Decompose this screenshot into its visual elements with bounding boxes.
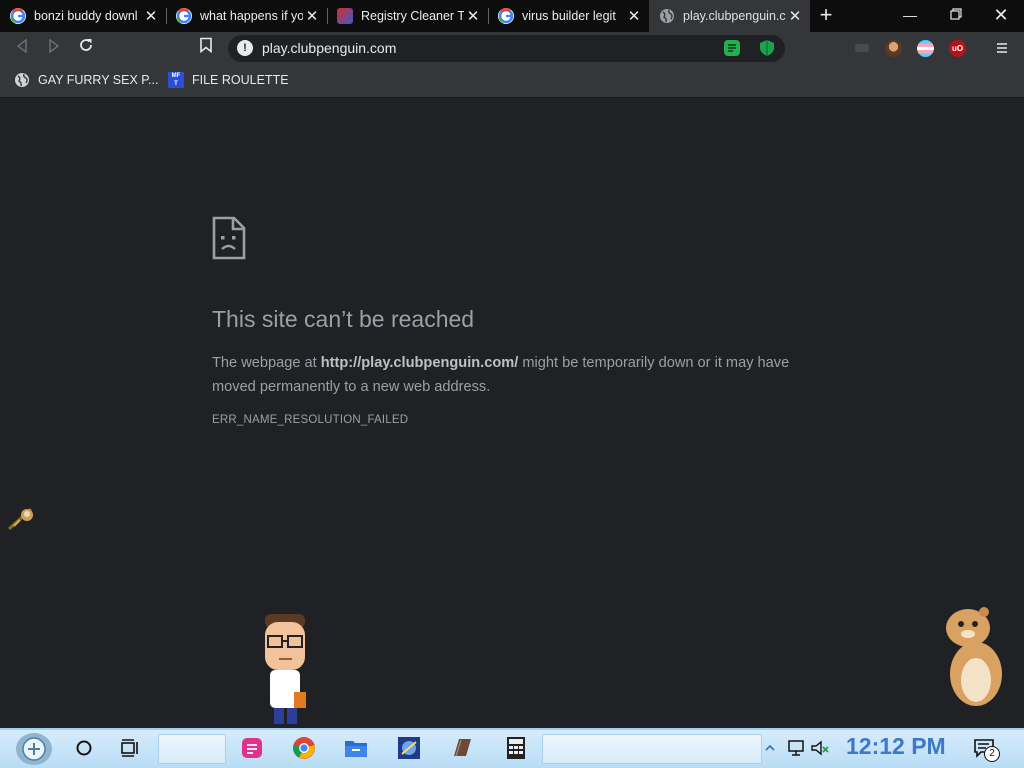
forward-button[interactable] xyxy=(43,38,65,60)
menu-button[interactable] xyxy=(994,39,1010,57)
close-tab-icon[interactable]: ✕ xyxy=(625,7,643,25)
close-tab-icon[interactable]: ✕ xyxy=(786,7,804,25)
back-button[interactable] xyxy=(11,38,33,60)
taskbar-empty-area xyxy=(542,734,762,764)
volume-muted-icon xyxy=(811,740,829,756)
error-description: The webpage at http://play.clubpenguin.c… xyxy=(212,351,812,399)
tab-title: virus builder legit xyxy=(522,9,616,23)
google-icon xyxy=(10,8,26,24)
error-desc-prefix: The webpage at xyxy=(212,355,321,371)
show-hidden-icons-button[interactable] xyxy=(762,734,778,762)
globe-icon xyxy=(659,8,675,24)
tab-title: play.clubpenguin.co xyxy=(683,9,786,23)
close-tab-icon[interactable]: ✕ xyxy=(464,7,482,25)
error-code: ERR_NAME_RESOLUTION_FAILED xyxy=(212,414,409,426)
close-window-button[interactable]: ✕ xyxy=(978,0,1024,30)
forward-arrow-icon xyxy=(49,38,60,54)
tab-title: bonzi buddy downl xyxy=(34,9,138,23)
tab-virus-builder[interactable]: virus builder legit ✕ xyxy=(488,0,649,32)
reload-button[interactable] xyxy=(75,37,97,59)
tab-clubpenguin[interactable]: play.clubpenguin.co ✕ xyxy=(649,0,810,32)
bookmark-button[interactable] xyxy=(195,37,217,59)
sad-page-icon xyxy=(212,216,246,265)
bookmark-label: FILE ROULETTE xyxy=(192,73,289,87)
taskbar-app-explorer[interactable] xyxy=(340,732,372,764)
reload-icon xyxy=(80,39,92,51)
address-url[interactable]: play.clubpenguin.com xyxy=(262,40,396,56)
profile-avatar-icon[interactable] xyxy=(885,40,902,57)
bookmark-item[interactable]: GAY FURRY SEX P... xyxy=(14,72,158,88)
restore-button[interactable] xyxy=(933,0,979,30)
network-status-button[interactable] xyxy=(784,734,808,762)
bookmark-item[interactable]: MF T FILE ROULETTE xyxy=(168,72,289,88)
tab-what-happens[interactable]: what happens if yo ✕ xyxy=(166,0,327,32)
calculator-icon xyxy=(507,737,525,759)
flag-extension-icon[interactable] xyxy=(917,40,934,57)
cartoon-character-sprite[interactable] xyxy=(258,612,312,733)
registry-cleaner-icon xyxy=(337,8,353,24)
taskbar-clock[interactable]: 12:12 PM xyxy=(846,733,946,760)
restore-icon xyxy=(950,8,962,20)
tab-bonzi-buddy[interactable]: bonzi buddy downl ✕ xyxy=(0,0,166,32)
new-tab-button[interactable]: + xyxy=(814,4,838,28)
close-tab-icon[interactable]: ✕ xyxy=(303,7,321,25)
extension-dim-icon[interactable] xyxy=(855,44,869,52)
chat-icon xyxy=(728,44,736,52)
error-title: This site can’t be reached xyxy=(212,306,475,332)
close-tab-icon[interactable]: ✕ xyxy=(142,7,160,25)
tab-title: Registry Cleaner T xyxy=(361,9,464,23)
volume-button[interactable] xyxy=(808,734,832,762)
error-page xyxy=(0,98,1024,728)
bookmark-icon xyxy=(200,37,212,54)
minimize-button[interactable]: — xyxy=(887,0,933,30)
taskbar-app-book[interactable] xyxy=(446,732,478,764)
task-view-button[interactable] xyxy=(114,732,146,764)
game-app-icon xyxy=(398,737,420,759)
bookmark-label: GAY FURRY SEX P... xyxy=(38,73,159,87)
back-arrow-icon xyxy=(16,38,27,54)
globe-icon xyxy=(14,72,30,88)
tab-strip: bonzi buddy downl ✕ what happens if yo ✕… xyxy=(0,0,1024,32)
shield-extension-icon[interactable] xyxy=(759,39,775,62)
taskbar-app-calculator[interactable] xyxy=(500,732,532,764)
taskbar-app-notes[interactable] xyxy=(236,732,268,764)
folder-icon xyxy=(345,741,367,757)
tab-title: what happens if yo xyxy=(200,9,303,23)
book-app-icon xyxy=(454,739,471,757)
ublock-extension-icon[interactable]: uO xyxy=(949,40,966,57)
desktop-pet-sprite[interactable] xyxy=(6,504,36,537)
start-orb-icon xyxy=(16,733,52,765)
shield-icon xyxy=(760,40,774,56)
chat-extension-icon[interactable] xyxy=(724,40,740,56)
taskbar-divider xyxy=(158,734,226,764)
search-circle-icon xyxy=(76,740,92,756)
network-icon xyxy=(788,740,804,756)
site-info-icon[interactable]: ! xyxy=(237,40,253,56)
taskbar-app-game[interactable] xyxy=(393,732,425,764)
task-view-icon xyxy=(121,739,138,757)
hamster-sprite[interactable] xyxy=(940,604,1006,715)
notes-app-icon xyxy=(242,738,262,758)
mft-icon: MF T xyxy=(168,72,184,88)
google-icon xyxy=(498,8,514,24)
error-url: http://play.clubpenguin.com/ xyxy=(320,355,519,371)
chevron-up-icon xyxy=(765,744,775,751)
google-icon xyxy=(176,8,192,24)
chrome-icon xyxy=(293,737,315,759)
hamburger-menu-icon xyxy=(997,43,1007,53)
cortana-button[interactable] xyxy=(68,732,100,764)
notification-count-badge: 2 xyxy=(984,746,1000,762)
tab-registry-cleaner[interactable]: Registry Cleaner T ✕ xyxy=(327,0,488,32)
action-center-button[interactable]: 2 xyxy=(968,732,1000,764)
start-button[interactable] xyxy=(14,731,54,767)
taskbar-app-chrome[interactable] xyxy=(288,732,320,764)
